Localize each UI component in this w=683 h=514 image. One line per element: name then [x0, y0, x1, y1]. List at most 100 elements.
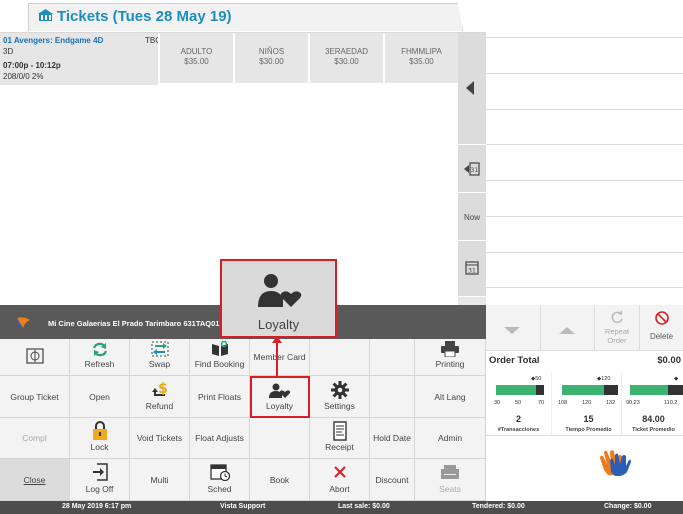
- compl-button[interactable]: Compl: [0, 418, 70, 459]
- compl-label: Compl: [22, 433, 47, 443]
- close-button[interactable]: Close: [0, 459, 70, 501]
- session-info[interactable]: 01 Avengers: Endgame 4D TBC 3D 07:00p - …: [0, 33, 161, 85]
- open-button[interactable]: Open: [70, 376, 130, 418]
- lock-button[interactable]: Lock: [70, 418, 130, 459]
- kpi-tick: 90.23: [626, 400, 640, 406]
- sched-button[interactable]: Sched: [190, 459, 250, 501]
- price-fhmmlipa[interactable]: FHMMLIPA $35.00: [383, 33, 458, 83]
- print-floats-button[interactable]: Print Floats: [190, 376, 250, 418]
- book-button[interactable]: Book: [250, 459, 310, 501]
- kpi-tick: 110.2: [664, 400, 678, 406]
- settings-button[interactable]: Settings: [310, 376, 370, 418]
- lock-label: Lock: [90, 442, 109, 452]
- log-off-icon: [92, 463, 108, 481]
- function-grid: Refresh Swap Find Booking Member Card Pr…: [0, 339, 486, 501]
- void-tickets-button[interactable]: Void Tickets: [130, 418, 190, 459]
- now-button[interactable]: Now: [458, 193, 486, 241]
- kpi-label: #Transacciones: [497, 427, 540, 433]
- refresh-button[interactable]: Refresh: [70, 339, 130, 376]
- find-booking-button[interactable]: Find Booking: [190, 339, 250, 376]
- admin-button[interactable]: Admin: [415, 418, 486, 459]
- float-adjusts-label: Float Adjusts: [195, 433, 244, 443]
- hold-date-button[interactable]: Hold Date: [370, 418, 415, 459]
- kpi-tick: 50: [515, 400, 522, 406]
- kpi-label: Ticket Promedio: [632, 427, 675, 433]
- alt-lang-label: Alt Lang: [434, 391, 466, 402]
- refund-button[interactable]: $ Refund: [130, 376, 190, 418]
- calendar-button[interactable]: 31: [458, 241, 486, 297]
- member-card-button[interactable]: Member Card: [250, 339, 310, 376]
- close-icon: [333, 466, 346, 478]
- kpi-tick: 120: [582, 400, 592, 406]
- loyalty-icon: [268, 383, 290, 398]
- calendar-back-button[interactable]: 31: [458, 145, 486, 193]
- swap-button[interactable]: Swap: [130, 339, 190, 376]
- kpi-tick: 30: [494, 400, 501, 406]
- kpi-tick: 132: [606, 400, 616, 406]
- void-tickets-label: Void Tickets: [136, 433, 183, 443]
- seats-button[interactable]: Seats: [415, 459, 486, 501]
- chevron-up-icon: [559, 327, 575, 334]
- svg-text:31: 31: [471, 167, 479, 174]
- loyalty-icon: [258, 274, 302, 307]
- order-lines: [486, 0, 683, 305]
- kpi-avg-ticket: ◆ 90.23 110.2 84.00 Ticket Promedio: [624, 372, 683, 436]
- callout-label: Loyalty: [257, 317, 300, 332]
- multi-button[interactable]: Multi: [130, 459, 190, 501]
- kpi-tick: 108: [558, 400, 568, 406]
- footer-tendered: Tendered: $0.00: [472, 503, 525, 510]
- log-off-label: Log Off: [85, 484, 114, 494]
- kpi-bar-end: [604, 385, 618, 395]
- refresh-label: Refresh: [84, 359, 115, 369]
- session-title: 01 Avengers: Endgame 4D: [3, 36, 104, 45]
- calendar-icon: 31: [465, 261, 479, 275]
- member-card-label: Member Card: [253, 352, 306, 362]
- footer-support[interactable]: Vista Support: [220, 503, 265, 510]
- swap-icon: [151, 341, 168, 357]
- delete-button[interactable]: Delete: [639, 305, 683, 350]
- float-adjusts-button[interactable]: Float Adjusts: [190, 418, 250, 459]
- order-summary: Order Total $0.00 ◆50 30 50 70 2 #Transa…: [486, 350, 683, 436]
- print-floats-label: Print Floats: [198, 391, 241, 402]
- repeat-order-button[interactable]: Repeat Order: [594, 305, 639, 350]
- kpi-bar-end: [536, 385, 544, 395]
- refresh-icon: [92, 342, 107, 357]
- order-actions: Repeat Order Delete: [486, 305, 683, 350]
- refund-label: Refund: [145, 401, 174, 411]
- receipt-button[interactable]: Receipt: [310, 418, 370, 459]
- prohibit-icon: [655, 311, 669, 325]
- arrow-left-icon: [466, 81, 474, 95]
- delete-label: Delete: [649, 332, 674, 341]
- discount-button[interactable]: Discount: [370, 459, 415, 501]
- kpi-bar-end: [668, 385, 683, 395]
- brand-area: [486, 435, 683, 501]
- page-title: Tickets (Tues 28 May 19): [57, 8, 232, 25]
- loyalty-button[interactable]: Loyalty: [250, 376, 310, 418]
- collapse-button[interactable]: [458, 33, 486, 145]
- group-ticket-button[interactable]: Group Ticket: [0, 376, 70, 418]
- callout-arrow: [276, 338, 278, 378]
- lock-icon: [92, 421, 107, 440]
- price-ninos[interactable]: NIÑOS $30.00: [233, 33, 308, 83]
- empty-cell: [370, 339, 415, 376]
- scroll-down-button[interactable]: [486, 305, 540, 350]
- abort-button[interactable]: Abort: [310, 459, 370, 501]
- alt-lang-button[interactable]: Alt Lang: [415, 376, 486, 418]
- printing-button[interactable]: Printing: [415, 339, 486, 376]
- log-off-button[interactable]: Log Off: [70, 459, 130, 501]
- calendar-back-icon: 31: [464, 162, 480, 176]
- group-ticket-label: Group Ticket: [10, 391, 59, 402]
- price-adulto[interactable]: ADULTO $35.00: [158, 33, 233, 83]
- cinema-screen-button[interactable]: [0, 339, 70, 376]
- scroll-up-button[interactable]: [540, 305, 594, 350]
- callout-arrowhead: [272, 336, 282, 343]
- kpi-tick: 70: [538, 400, 545, 406]
- abort-label: Abort: [329, 484, 350, 494]
- seat-icon: [441, 465, 459, 479]
- svg-text:$: $: [158, 381, 168, 397]
- footer-datetime: 28 May 2019 6:17 pm: [62, 503, 132, 510]
- settings-label: Settings: [324, 401, 355, 411]
- price-3eraedad[interactable]: 3ERAEDAD $30.00: [308, 33, 383, 83]
- discount-label: Discount: [375, 474, 409, 485]
- session-seats: 208/0/0 2%: [3, 72, 44, 81]
